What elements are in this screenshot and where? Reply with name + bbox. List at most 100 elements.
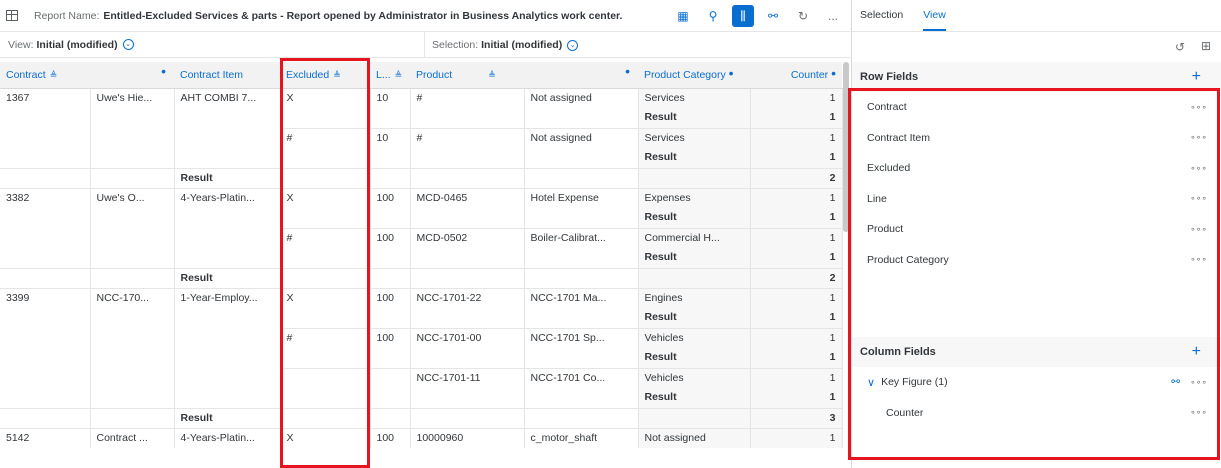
table-cell[interactable] xyxy=(370,407,411,428)
table-cell[interactable] xyxy=(0,148,91,168)
table-cell[interactable]: Hotel Expense xyxy=(524,187,639,208)
table-cell[interactable] xyxy=(174,388,281,408)
table-cell[interactable] xyxy=(174,108,281,128)
table-cell[interactable]: Vehicles xyxy=(638,367,751,388)
table-cell[interactable]: AHT COMBI 7... xyxy=(174,87,281,108)
table-cell[interactable] xyxy=(0,308,91,328)
table-cell[interactable] xyxy=(90,348,175,368)
table-cell[interactable] xyxy=(410,167,525,188)
undo-icon[interactable]: ↺ xyxy=(1175,40,1185,54)
table-cell[interactable] xyxy=(0,228,91,248)
table-cell[interactable]: 100 xyxy=(370,227,411,248)
table-cell[interactable] xyxy=(90,128,175,148)
sort-icon[interactable]: ≜ xyxy=(395,70,403,80)
table-cell[interactable]: Result xyxy=(638,308,751,328)
table-cell[interactable]: 3399 xyxy=(0,287,91,308)
table-cell[interactable]: Expenses xyxy=(638,187,751,208)
table-cell[interactable] xyxy=(280,348,371,368)
table-cell[interactable]: NCC-170... xyxy=(90,287,175,308)
table-cell[interactable]: X xyxy=(280,287,371,308)
table-cell[interactable]: 10000960 xyxy=(410,427,525,448)
table-cell[interactable] xyxy=(174,368,281,388)
table-cell[interactable]: NCC-1701-11 xyxy=(410,367,525,388)
table-cell[interactable] xyxy=(90,208,175,228)
table-cell[interactable]: 1 xyxy=(750,327,843,348)
table-cell[interactable]: X xyxy=(280,87,371,108)
table-cell[interactable]: Contract ... xyxy=(90,427,175,448)
table-cell[interactable] xyxy=(370,367,411,388)
table-cell[interactable] xyxy=(370,308,411,328)
table-cell[interactable] xyxy=(524,308,639,328)
table-cell[interactable]: X xyxy=(280,427,371,448)
table-cell[interactable] xyxy=(90,148,175,168)
table-cell[interactable] xyxy=(280,108,371,128)
table-cell[interactable] xyxy=(280,148,371,168)
table-cell[interactable]: 4-Years-Platin... xyxy=(174,187,281,208)
table-cell[interactable] xyxy=(90,368,175,388)
table-cell[interactable]: NCC-1701 Co... xyxy=(524,367,639,388)
table-cell[interactable]: Result xyxy=(174,267,281,288)
chevron-down-icon[interactable]: ∨ xyxy=(867,376,875,389)
col-contract[interactable]: Contract ≜ xyxy=(0,62,90,89)
table-cell[interactable] xyxy=(0,128,91,148)
table-cell[interactable] xyxy=(0,388,91,408)
table-cell[interactable] xyxy=(174,328,281,348)
table-cell[interactable] xyxy=(0,108,91,128)
more-icon[interactable]: ∘∘∘ xyxy=(1190,163,1207,174)
table-cell[interactable]: 4-Years-Platin... xyxy=(174,427,281,448)
table-cell[interactable] xyxy=(370,108,411,128)
table-cell[interactable]: # xyxy=(280,327,371,348)
more-icon[interactable]: ∘∘∘ xyxy=(1190,224,1207,235)
chart-table-icon[interactable]: ▦ xyxy=(672,5,694,27)
table-cell[interactable] xyxy=(410,267,525,288)
table-cell[interactable] xyxy=(90,267,175,288)
table-cell[interactable]: Boiler-Calibrat... xyxy=(524,227,639,248)
table-cell[interactable] xyxy=(0,328,91,348)
col-product[interactable]: Product ≜ xyxy=(410,62,524,89)
row-field-item[interactable]: Product Category ∘∘∘ xyxy=(852,245,1221,276)
table-cell[interactable] xyxy=(90,228,175,248)
key-figure-item[interactable]: Counter ∘∘∘ xyxy=(852,398,1221,429)
table-cell[interactable]: 1-Year-Employ... xyxy=(174,287,281,308)
table-cell[interactable]: # xyxy=(280,227,371,248)
tab-view[interactable]: View xyxy=(923,9,946,31)
table-cell[interactable] xyxy=(174,248,281,268)
table-cell[interactable] xyxy=(90,328,175,348)
hierarchy-icon[interactable]: ⚯ xyxy=(762,5,784,27)
table-cell[interactable] xyxy=(0,208,91,228)
table-cell[interactable] xyxy=(280,267,371,288)
table-cell[interactable] xyxy=(370,148,411,168)
col-product-category[interactable]: Product Category • xyxy=(638,62,750,89)
table-cell[interactable] xyxy=(524,267,639,288)
table-cell[interactable] xyxy=(524,388,639,408)
table-cell[interactable]: 1 xyxy=(750,348,843,368)
table-cell[interactable] xyxy=(410,407,525,428)
col-counter[interactable]: Counter • xyxy=(750,62,842,89)
col-line[interactable]: L... ≜ xyxy=(370,62,410,89)
table-cell[interactable]: 100 xyxy=(370,327,411,348)
table-cell[interactable]: 1 xyxy=(750,308,843,328)
more-icon[interactable]: ∘∘∘ xyxy=(1190,254,1207,265)
row-field-item[interactable]: Line ∘∘∘ xyxy=(852,184,1221,215)
table-cell[interactable]: Commercial H... xyxy=(638,227,751,248)
table-cell[interactable] xyxy=(410,248,525,268)
table-cell[interactable]: 5142 xyxy=(0,427,91,448)
table-cell[interactable] xyxy=(90,407,175,428)
table-cell[interactable]: c_motor_shaft xyxy=(524,427,639,448)
add-column-icon[interactable]: ⊞ xyxy=(1201,39,1211,53)
table-cell[interactable] xyxy=(410,388,525,408)
col-contract-desc[interactable]: • xyxy=(90,62,174,89)
table-cell[interactable]: Engines xyxy=(638,287,751,308)
table-cell[interactable]: MCD-0465 xyxy=(410,187,525,208)
table-cell[interactable] xyxy=(410,208,525,228)
table-cell[interactable]: 1 xyxy=(750,367,843,388)
table-cell[interactable]: 2 xyxy=(750,167,843,188)
table-cell[interactable]: Services xyxy=(638,87,751,108)
table-cell[interactable]: Result xyxy=(174,167,281,188)
table-cell[interactable] xyxy=(280,248,371,268)
settings-panel-icon[interactable]: ⫼ xyxy=(732,5,754,27)
sort-icon[interactable]: ≜ xyxy=(333,70,341,80)
table-cell[interactable] xyxy=(0,267,91,288)
table-cell[interactable] xyxy=(638,267,751,288)
hierarchy-icon[interactable]: ⚯ xyxy=(1171,376,1180,388)
